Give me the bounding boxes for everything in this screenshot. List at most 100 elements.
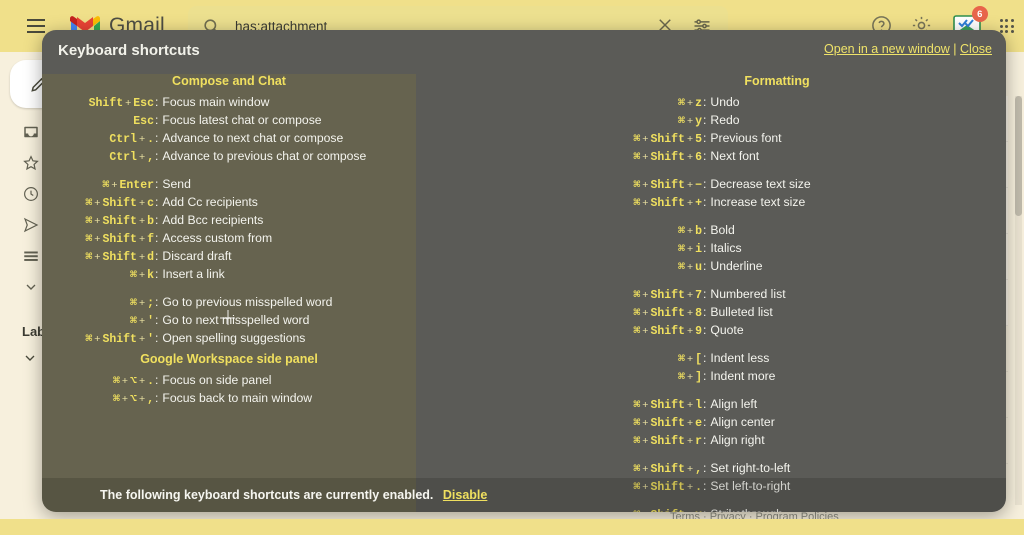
shortcut-colon: : <box>155 113 159 127</box>
scrollbar[interactable] <box>1015 96 1022 505</box>
shortcut-keys: Ctrl +. <box>109 133 154 146</box>
shortcut-colon: : <box>703 287 707 301</box>
shortcut-keys: ⌘ + k <box>130 269 154 282</box>
shortcut-colon: : <box>155 231 159 245</box>
close-link[interactable]: Close <box>960 42 992 56</box>
shortcut-colon: : <box>703 177 707 191</box>
shortcut-row: ⌘ + Shift + e: Align center <box>590 414 964 432</box>
shortcut-colon: : <box>155 295 159 309</box>
shortcut-row: ⌘ + Shift + d: Discard draft <box>42 248 416 266</box>
shortcut-colon: : <box>155 131 159 145</box>
shortcut-keys: ⌘ + Shift + l <box>633 399 702 412</box>
disable-link[interactable]: Disable <box>443 488 487 502</box>
footer-inner: The following keyboard shortcuts are cur… <box>100 488 487 502</box>
shortcut-row: ⌘ + Shift +7: Numbered list <box>590 286 964 304</box>
shortcut-description: Set right-to-left <box>710 461 791 475</box>
shortcut-keys: ⌘ + Shift + ' <box>85 333 154 346</box>
shortcut-description: Increase text size <box>710 195 806 209</box>
chevron-down-icon <box>22 278 40 296</box>
shortcut-colon: : <box>703 397 707 411</box>
shortcut-keys: Ctrl +, <box>109 151 154 164</box>
shortcut-keys: ⌘ + Shift +, <box>633 463 702 476</box>
shortcut-keys: ⌘ + z <box>678 97 702 110</box>
shortcut-colon: : <box>155 149 159 163</box>
shortcut-description: Decrease text size <box>710 177 811 191</box>
shortcut-description: Bold <box>710 223 735 237</box>
gmail-window: Gmail has:attachment 6 Terms · Privacy ·… <box>0 0 1024 535</box>
shortcut-row: ⌘ + Shift + ': Open spelling suggestions <box>42 330 416 348</box>
shortcut-row: ⌘ + z: Undo <box>590 94 964 112</box>
open-in-new-window-link[interactable]: Open in a new window <box>824 42 950 56</box>
shortcut-row: ⌘ + Enter: Send <box>42 176 416 194</box>
shortcut-colon: : <box>155 373 159 387</box>
shortcut-description: Previous font <box>710 131 782 145</box>
shortcut-keys: ⌘ + u <box>678 261 702 274</box>
shortcut-colon: : <box>703 131 707 145</box>
shortcut-row: ⌘ + Shift + +: Increase text size <box>590 194 964 212</box>
shortcut-row: ⌘ + Shift +5: Previous font <box>590 130 964 148</box>
shortcut-keys: ⌘ + Shift + e <box>633 417 702 430</box>
shortcut-description: Underline <box>710 259 763 273</box>
shortcut-description: Discard draft <box>162 249 232 263</box>
shortcut-keys: ⌘ + Shift + b <box>85 215 154 228</box>
shortcut-colon: : <box>703 113 707 127</box>
shortcut-row: ⌘ + k: Insert a link <box>42 266 416 284</box>
keyboard-shortcuts-dialog: Keyboard shortcuts Open in a new window … <box>42 30 1006 512</box>
shortcut-description: Send <box>162 177 191 191</box>
shortcut-row: Shift + Esc: Focus main window <box>42 94 416 112</box>
shortcuts-column-right: Formatting ⌘ + z: Undo ⌘ + y: Redo ⌘ + Shift +5: Prev… <box>590 70 964 512</box>
shortcut-keys: ⌘ + Shift +5 <box>633 133 702 146</box>
shortcut-row: ⌘ +[: Indent less <box>590 350 964 368</box>
send-icon <box>22 216 40 234</box>
shortcuts-column-left: Compose and Chat Shift + Esc: Focus main win… <box>42 70 416 408</box>
shortcut-row: ⌘ + Shift +8: Bulleted list <box>590 304 964 322</box>
shortcut-colon: : <box>703 149 707 163</box>
shortcut-colon: : <box>155 267 159 281</box>
shortcut-description: Undo <box>710 95 740 109</box>
shortcut-row: ⌘ + Shift + −: Decrease text size <box>590 176 964 194</box>
shortcut-section-heading: Formatting <box>744 74 810 88</box>
shortcut-description: Insert a link <box>162 267 225 281</box>
shortcut-description: Focus latest chat or compose <box>162 113 322 127</box>
shortcut-keys: ⌘ + Shift + c <box>85 197 154 210</box>
shortcut-row: ⌘ + ⌥ +,: Focus back to main window <box>42 390 416 408</box>
shortcut-description: Align left <box>710 397 758 411</box>
shortcut-row: Ctrl +.: Advance to next chat or compose <box>42 130 416 148</box>
shortcut-row: ⌘ + Shift + l: Align left <box>590 396 964 414</box>
shortcut-colon: : <box>703 323 707 337</box>
shortcut-description: Align right <box>710 433 765 447</box>
shortcut-colon: : <box>703 461 707 475</box>
shortcut-description: Focus on side panel <box>162 373 272 387</box>
chevron-down-icon <box>22 350 38 369</box>
shortcut-keys: ⌘ + Shift +7 <box>633 289 702 302</box>
shortcut-description: Focus main window <box>162 95 270 109</box>
shortcut-colon: : <box>155 195 159 209</box>
shortcut-section-heading: Google Workspace side panel <box>140 352 318 366</box>
shortcut-keys: Esc <box>133 115 154 128</box>
shortcut-description: Numbered list <box>710 287 786 301</box>
lists-icon <box>22 247 40 265</box>
shortcut-keys: ⌘ +; <box>130 297 154 310</box>
shortcut-colon: : <box>703 259 707 273</box>
shortcut-description: Access custom from <box>162 231 273 245</box>
shortcut-colon: : <box>703 223 707 237</box>
shortcut-row: ⌘ + i: Italics <box>590 240 964 258</box>
shortcut-keys: ⌘ + Shift +6 <box>633 151 702 164</box>
shortcut-row: ⌘ +]: Indent more <box>590 368 964 386</box>
shortcut-description: Advance to previous chat or compose <box>162 149 367 163</box>
shortcut-colon: : <box>703 305 707 319</box>
shortcut-keys: ⌘ + y <box>678 115 702 128</box>
shortcut-description: Indent less <box>710 351 770 365</box>
shortcut-keys: ⌘ + Shift + + <box>633 197 702 210</box>
google-apps-grid-icon[interactable] <box>999 18 1014 34</box>
inbox-icon <box>22 123 40 141</box>
shortcut-keys: ⌘ + ⌥ +. <box>112 375 154 388</box>
shortcut-description: Indent more <box>710 369 776 383</box>
dialog-title: Keyboard shortcuts <box>58 42 200 59</box>
shortcut-description: Quote <box>710 323 744 337</box>
shortcut-keys: ⌘ +[ <box>678 353 702 366</box>
